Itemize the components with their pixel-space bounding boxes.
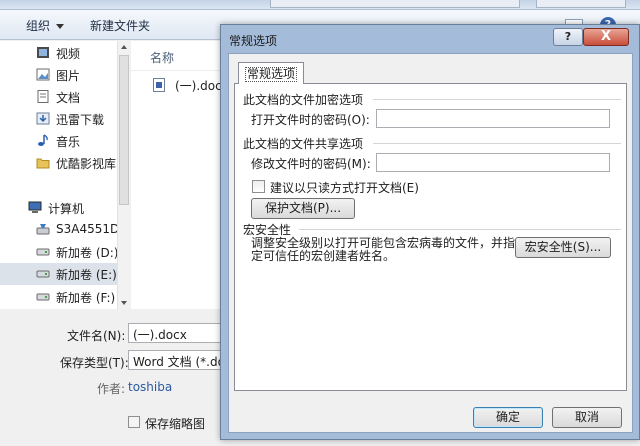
nav-item-label: 新加卷 (E:) (56, 268, 117, 282)
encryption-section-title: 此文档的文件加密选项 (243, 93, 364, 107)
nav-item-label: 新加卷 (D:) (56, 246, 119, 260)
nav-item-label: 新加卷 (F:) (56, 291, 116, 305)
nav-item-label: 视频 (56, 47, 81, 61)
organize-label: 组织 (26, 19, 51, 33)
picture-icon (36, 68, 50, 81)
nav-item-label: 优酷影视库 (56, 157, 117, 171)
drive-icon (36, 248, 50, 256)
nav-item-drive-f[interactable]: 新加卷 (F:) (0, 286, 118, 308)
open-password-label: 打开文件时的密码(O): (251, 113, 370, 127)
filename-input[interactable]: (一).docx (128, 323, 224, 343)
dialog-title: 常规选项 (229, 34, 278, 48)
address-bar-fragment (270, 0, 520, 8)
nav-item-label: 音乐 (56, 135, 81, 149)
modify-password-input[interactable] (376, 153, 610, 172)
music-icon (38, 134, 48, 146)
tab-panel: 此文档的文件加密选项 打开文件时的密码(O): 此文档的文件共享选项 修改文件时… (234, 83, 627, 391)
section-divider (299, 229, 621, 230)
nav-item-computer[interactable]: 计算机 (0, 197, 118, 219)
drive-icon (36, 293, 50, 301)
nav-scrollbar[interactable] (117, 41, 130, 309)
nav-item-label: 计算机 (48, 202, 85, 216)
nav-item-thunder-downloads[interactable]: 迅雷下载 (0, 108, 118, 130)
tab-general-options[interactable]: 常规选项 (238, 62, 304, 84)
search-box-fragment (536, 0, 626, 8)
filename-label: 文件名(N): (67, 329, 126, 343)
nav-item-system-drive[interactable]: S3A4551D0 (0, 219, 127, 241)
author-label: 作者: (97, 382, 126, 396)
word-document-icon (153, 78, 165, 92)
nav-item-label: 图片 (56, 69, 81, 83)
scroll-up-icon[interactable] (121, 45, 127, 49)
cancel-button[interactable]: 取消 (552, 407, 622, 428)
drive-icon (36, 270, 50, 278)
macro-security-button[interactable]: 宏安全性(S)... (515, 237, 611, 258)
dialog-help-button[interactable]: ? (553, 28, 583, 46)
open-password-input[interactable] (376, 109, 610, 128)
section-divider (373, 143, 621, 144)
section-divider (373, 99, 621, 100)
nav-item-music[interactable]: 音乐 (0, 130, 118, 152)
modify-password-label: 修改文件时的密码(M): (251, 157, 371, 171)
readonly-recommended-label: 建议以只读方式打开文档(E) (270, 181, 419, 195)
download-icon (36, 112, 50, 125)
scroll-thumb[interactable] (119, 55, 129, 205)
new-folder-button[interactable]: 新建文件夹 (90, 17, 150, 34)
nav-item-drive-e[interactable]: 新加卷 (E:) (0, 263, 118, 285)
macro-description: 调整安全级别以打开可能包含宏病毒的文件，并指定可信任的宏创建者姓名。 (251, 236, 516, 263)
scroll-down-icon[interactable] (121, 301, 127, 305)
tab-label: 常规选项 (245, 67, 298, 82)
dialog-close-button[interactable]: X (583, 28, 629, 46)
document-icon (37, 90, 49, 103)
nav-item-youku-library[interactable]: 优酷影视库 (0, 152, 118, 174)
general-options-dialog: 常规选项 ? X 常规选项 此文档的文件加密选项 打开文件时的密码(O): 此文… (220, 24, 640, 440)
save-thumbnail-label: 保存缩略图 (145, 417, 206, 431)
filetype-label: 保存类型(T): (60, 356, 129, 370)
column-header-name[interactable]: 名称 (150, 49, 174, 66)
dialog-body: 常规选项 此文档的文件加密选项 打开文件时的密码(O): 此文档的文件共享选项 … (228, 53, 633, 433)
ok-button[interactable]: 确定 (473, 407, 543, 428)
organize-menu[interactable]: 组织 (26, 17, 65, 34)
nav-item-video[interactable]: 视频 (0, 42, 118, 64)
chevron-down-icon (56, 24, 65, 29)
nav-item-drive-d[interactable]: 新加卷 (D:) (0, 241, 118, 263)
nav-item-label: 文档 (56, 91, 81, 105)
sharing-section-title: 此文档的文件共享选项 (243, 137, 364, 151)
folder-icon (36, 158, 50, 169)
window-top-strip (0, 0, 640, 10)
drive-icon (36, 224, 50, 235)
filetype-select[interactable]: Word 文档 (*.docx (128, 350, 224, 370)
header-divider (131, 70, 231, 71)
computer-icon (28, 201, 42, 213)
nav-item-documents[interactable]: 文档 (0, 86, 118, 108)
nav-item-label: 迅雷下载 (56, 113, 105, 127)
readonly-recommended-checkbox[interactable] (252, 180, 265, 193)
protect-document-button[interactable]: 保护文档(P)... (251, 198, 355, 219)
navigation-pane: 视频 图片 文档 迅雷下载 音乐 优酷影视库 计算机 S3A4551D0 新加卷… (0, 41, 127, 309)
video-icon (37, 47, 49, 58)
save-thumbnail-checkbox[interactable] (128, 416, 140, 428)
nav-item-pictures[interactable]: 图片 (0, 64, 118, 86)
author-value[interactable]: toshiba (128, 380, 172, 394)
